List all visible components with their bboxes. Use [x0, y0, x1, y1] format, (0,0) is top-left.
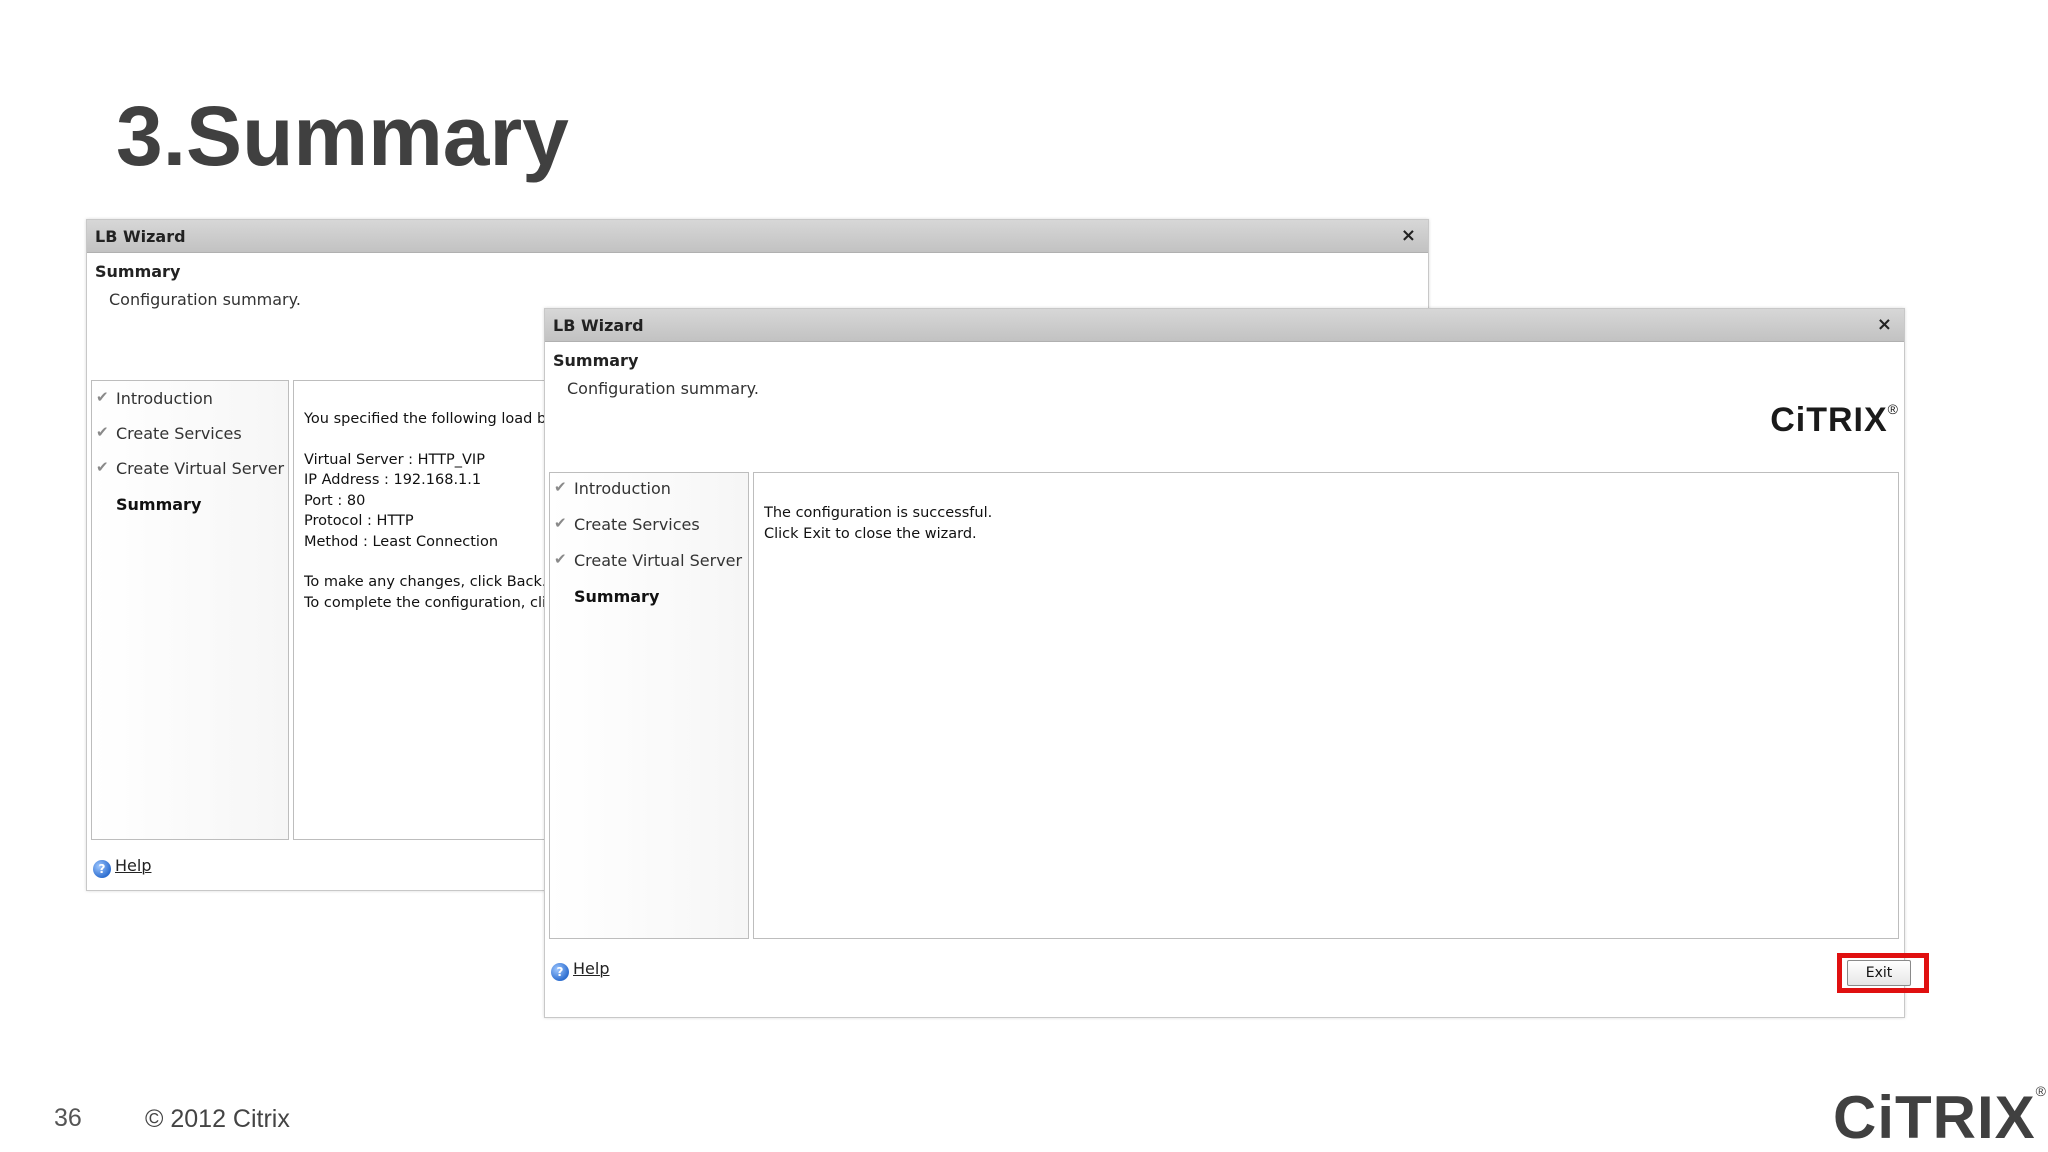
step-label: Create Services	[574, 515, 700, 534]
result-success: The configuration is successful.	[764, 505, 993, 521]
step-subheading: Configuration summary.	[567, 379, 759, 398]
exit-button[interactable]: Exit	[1847, 960, 1911, 986]
slide-title: 3.Summary	[116, 89, 569, 183]
step-create-virtual-server[interactable]: ✔ Create Virtual Server	[92, 457, 288, 483]
step-summary[interactable]: Summary	[550, 585, 748, 611]
lb-wizard-window-front: LB Wizard × Summary Configuration summar…	[544, 308, 1905, 1018]
check-icon: ✔	[554, 550, 567, 568]
citrix-logo: CiTRIX®	[1770, 401, 1899, 440]
step-label: Introduction	[574, 479, 671, 498]
steps-panel: ✔ Introduction ✔ Create Services ✔ Creat…	[91, 380, 289, 840]
step-label: Create Services	[116, 424, 242, 443]
help-icon: ?	[93, 860, 111, 878]
citrix-logo-text: CiTRIX	[1770, 401, 1888, 439]
help-icon: ?	[551, 963, 569, 981]
steps-panel: ✔ Introduction ✔ Create Services ✔ Creat…	[549, 472, 749, 939]
step-introduction[interactable]: ✔ Introduction	[550, 477, 748, 503]
citrix-footer-logo: CiTRIX®	[1833, 1083, 2047, 1152]
check-icon: ✔	[96, 423, 109, 441]
step-create-services[interactable]: ✔ Create Services	[92, 422, 288, 448]
step-heading: Summary	[553, 351, 639, 370]
titlebar: LB Wizard ×	[545, 309, 1904, 342]
result-content: The configuration is successful. Click E…	[753, 472, 1899, 939]
check-icon: ✔	[96, 458, 109, 476]
step-label: Introduction	[116, 389, 213, 408]
step-label: Summary	[116, 495, 202, 514]
window-title: LB Wizard	[553, 316, 644, 335]
registered-mark: ®	[1887, 401, 1899, 417]
help-link[interactable]: ? Help	[93, 856, 151, 878]
help-link[interactable]: ? Help	[551, 959, 609, 981]
registered-mark: ®	[2035, 1083, 2047, 1099]
step-introduction[interactable]: ✔ Introduction	[92, 387, 288, 413]
step-create-virtual-server[interactable]: ✔ Create Virtual Server	[550, 549, 748, 575]
check-icon: ✔	[554, 514, 567, 532]
help-label: Help	[115, 856, 152, 875]
citrix-logo-text: CiTRIX	[1833, 1084, 2036, 1151]
titlebar: LB Wizard ×	[87, 220, 1428, 253]
step-label: Create Virtual Server	[116, 459, 285, 478]
step-summary[interactable]: Summary	[92, 493, 288, 519]
step-heading: Summary	[95, 262, 181, 281]
page-number: 36	[54, 1104, 82, 1132]
step-label: Summary	[574, 587, 660, 606]
result-exit-hint: Click Exit to close the wizard.	[764, 525, 977, 542]
step-subheading: Configuration summary.	[109, 290, 301, 309]
close-icon[interactable]: ×	[1877, 314, 1892, 335]
step-label: Create Virtual Server	[574, 551, 743, 570]
help-label: Help	[573, 959, 610, 978]
check-icon: ✔	[96, 388, 109, 406]
close-icon[interactable]: ×	[1401, 225, 1416, 246]
step-create-services[interactable]: ✔ Create Services	[550, 513, 748, 539]
window-title: LB Wizard	[95, 227, 186, 246]
copyright: © 2012 Citrix	[145, 1105, 290, 1133]
check-icon: ✔	[554, 478, 567, 496]
